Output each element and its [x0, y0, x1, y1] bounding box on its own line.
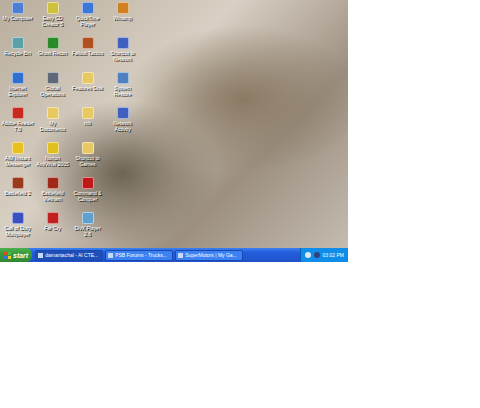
desktop-icon[interactable]: mb	[70, 105, 105, 140]
desktop-icon[interactable]: My Computer	[0, 0, 35, 35]
shortcut-icon	[47, 72, 59, 84]
icon-label: Ghost Recon	[37, 50, 68, 56]
system-tray: 03:02 PM	[300, 248, 348, 262]
shortcut-icon	[12, 2, 24, 14]
icon-label: Internet Explorer	[0, 85, 35, 97]
desktop-icon[interactable]: Internet Explorer	[0, 70, 35, 105]
windows-logo-icon	[4, 252, 11, 259]
icon-label: Network Activity	[105, 120, 140, 132]
desktop: My Computer Recycle Bin Internet Explorer A…	[0, 0, 348, 248]
desktop-icon[interactable]: Recycle Bin	[0, 35, 35, 70]
desktop-icon[interactable]: Ghost Recon	[35, 35, 70, 70]
desktop-icon[interactable]: Norton AntiVirus 2005	[35, 140, 70, 175]
shortcut-icon	[47, 142, 59, 154]
icon-label: Features Disk	[71, 85, 104, 91]
desktop-icon[interactable]: Far Cry	[35, 210, 70, 245]
icon-label: Call of Duty Multiplayer	[0, 225, 35, 237]
task-label: SuperMotors | My Ga...	[185, 252, 237, 258]
icon-label: Battlefield 2	[3, 190, 31, 196]
icon-label: Winamp	[112, 15, 132, 21]
icon-label: Fallout Tactics	[71, 50, 105, 56]
desktop-icon[interactable]: My Documents	[35, 105, 70, 140]
monitor: My Computer Recycle Bin Internet Explorer A…	[0, 0, 348, 262]
desktop-icon[interactable]: AIM Instant Messenger	[0, 140, 35, 175]
task-button[interactable]: damantachal - AI CTE...	[35, 250, 103, 261]
icon-label: Recycle Bin	[3, 50, 31, 56]
desktop-icon[interactable]: System Restore	[105, 70, 140, 105]
shortcut-icon	[82, 107, 94, 119]
start-label: start	[13, 252, 28, 259]
task-label: PSB Forums - Trucks...	[115, 252, 167, 258]
shortcut-icon	[12, 177, 24, 189]
icon-label: Easy CD Creator 5	[35, 15, 70, 27]
desktop-icon[interactable]: Global Operations	[35, 70, 70, 105]
icon-label: Far Cry	[43, 225, 62, 231]
task-list: damantachal - AI CTE... PSB Forums - Truc…	[32, 248, 299, 262]
desktop-icon[interactable]: Adobe Reader 7.0	[0, 105, 35, 140]
shortcut-icon	[12, 72, 24, 84]
icon-label: AIM Instant Messenger	[0, 155, 35, 167]
shortcut-icon	[82, 212, 94, 224]
icon-label: Global Operations	[35, 85, 70, 97]
desktop-icon[interactable]: DivX Player 2.6	[70, 210, 105, 245]
desktop-icon[interactable]: Shortcut to Network	[105, 35, 140, 70]
screen: My Computer Recycle Bin Internet Explorer A…	[0, 0, 480, 408]
shortcut-icon	[47, 212, 59, 224]
shortcut-icon	[47, 37, 59, 49]
shortcut-icon	[82, 142, 94, 154]
task-button[interactable]: PSB Forums - Trucks...	[105, 250, 173, 261]
task-label: damantachal - AI CTE...	[45, 252, 98, 258]
desktop-icon[interactable]: Battlefield Vietnam	[35, 175, 70, 210]
shortcut-icon	[117, 107, 129, 119]
desktop-icon[interactable]: Network Activity	[105, 105, 140, 140]
tray-icon[interactable]	[314, 252, 320, 258]
shortcut-icon	[82, 37, 94, 49]
desktop-icon[interactable]: Shortcut to Games	[70, 140, 105, 175]
desktop-icon[interactable]: Command & Conquer	[70, 175, 105, 210]
shortcut-icon	[117, 72, 129, 84]
shortcut-icon	[47, 177, 59, 189]
desktop-icon[interactable]: Call of Duty Multiplayer	[0, 210, 35, 245]
icon-label: My Documents	[35, 120, 70, 132]
shortcut-icon	[12, 212, 24, 224]
taskbar: start damantachal - AI CTE... PSB Forums -…	[0, 248, 348, 262]
shortcut-icon	[12, 37, 24, 49]
icon-label: My Computer	[1, 15, 33, 21]
icon-label: DivX Player 2.6	[70, 225, 105, 237]
icon-label: Shortcut to Games	[70, 155, 105, 167]
icon-label: mb	[83, 120, 92, 126]
task-button[interactable]: SuperMotors | My Ga...	[175, 250, 243, 261]
shortcut-icon	[82, 72, 94, 84]
shortcut-icon	[82, 177, 94, 189]
shortcut-icon	[82, 2, 94, 14]
shortcut-icon	[47, 107, 59, 119]
desktop-icon[interactable]: Features Disk	[70, 70, 105, 105]
icon-label: Norton AntiVirus 2005	[35, 155, 70, 167]
shortcut-icon	[117, 2, 129, 14]
window-icon	[178, 253, 183, 258]
shortcut-icon	[12, 142, 24, 154]
window-icon	[38, 253, 43, 258]
icon-label: System Restore	[105, 85, 140, 97]
icon-label: Command & Conquer	[70, 190, 105, 202]
icon-label: Adobe Reader 7.0	[0, 120, 35, 132]
window-icon	[108, 253, 113, 258]
desktop-icon[interactable]: Winamp	[105, 0, 140, 35]
start-button[interactable]: start	[0, 248, 32, 262]
desktop-icon[interactable]: Battlefield 2	[0, 175, 35, 210]
clock[interactable]: 03:02 PM	[323, 252, 344, 258]
icon-label: Battlefield Vietnam	[35, 190, 70, 202]
tray-icon[interactable]	[305, 252, 311, 258]
icon-grid: My Computer Recycle Bin Internet Explorer A…	[0, 0, 348, 245]
shortcut-icon	[12, 107, 24, 119]
desktop-icon[interactable]: Easy CD Creator 5	[35, 0, 70, 35]
desktop-icon[interactable]: QuickTime Player	[70, 0, 105, 35]
icon-label: QuickTime Player	[70, 15, 105, 27]
desktop-icon[interactable]: Fallout Tactics	[70, 35, 105, 70]
icon-label: Shortcut to Network	[105, 50, 140, 62]
shortcut-icon	[117, 37, 129, 49]
shortcut-icon	[47, 2, 59, 14]
